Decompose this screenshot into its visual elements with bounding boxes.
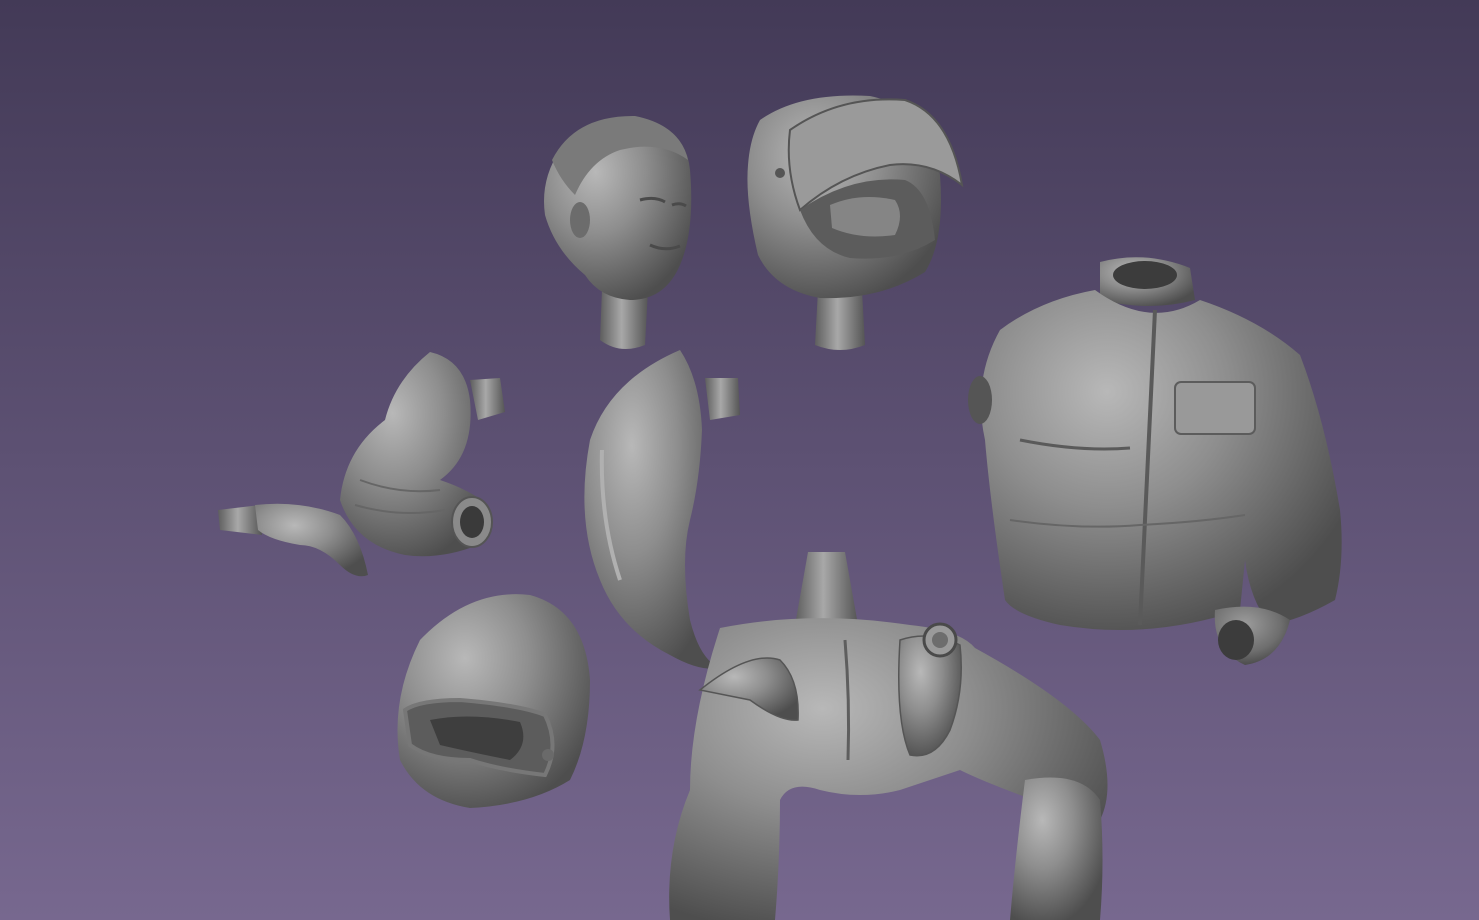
3d-viewport[interactable] <box>0 0 1479 920</box>
sculpt-scene <box>0 0 1479 920</box>
